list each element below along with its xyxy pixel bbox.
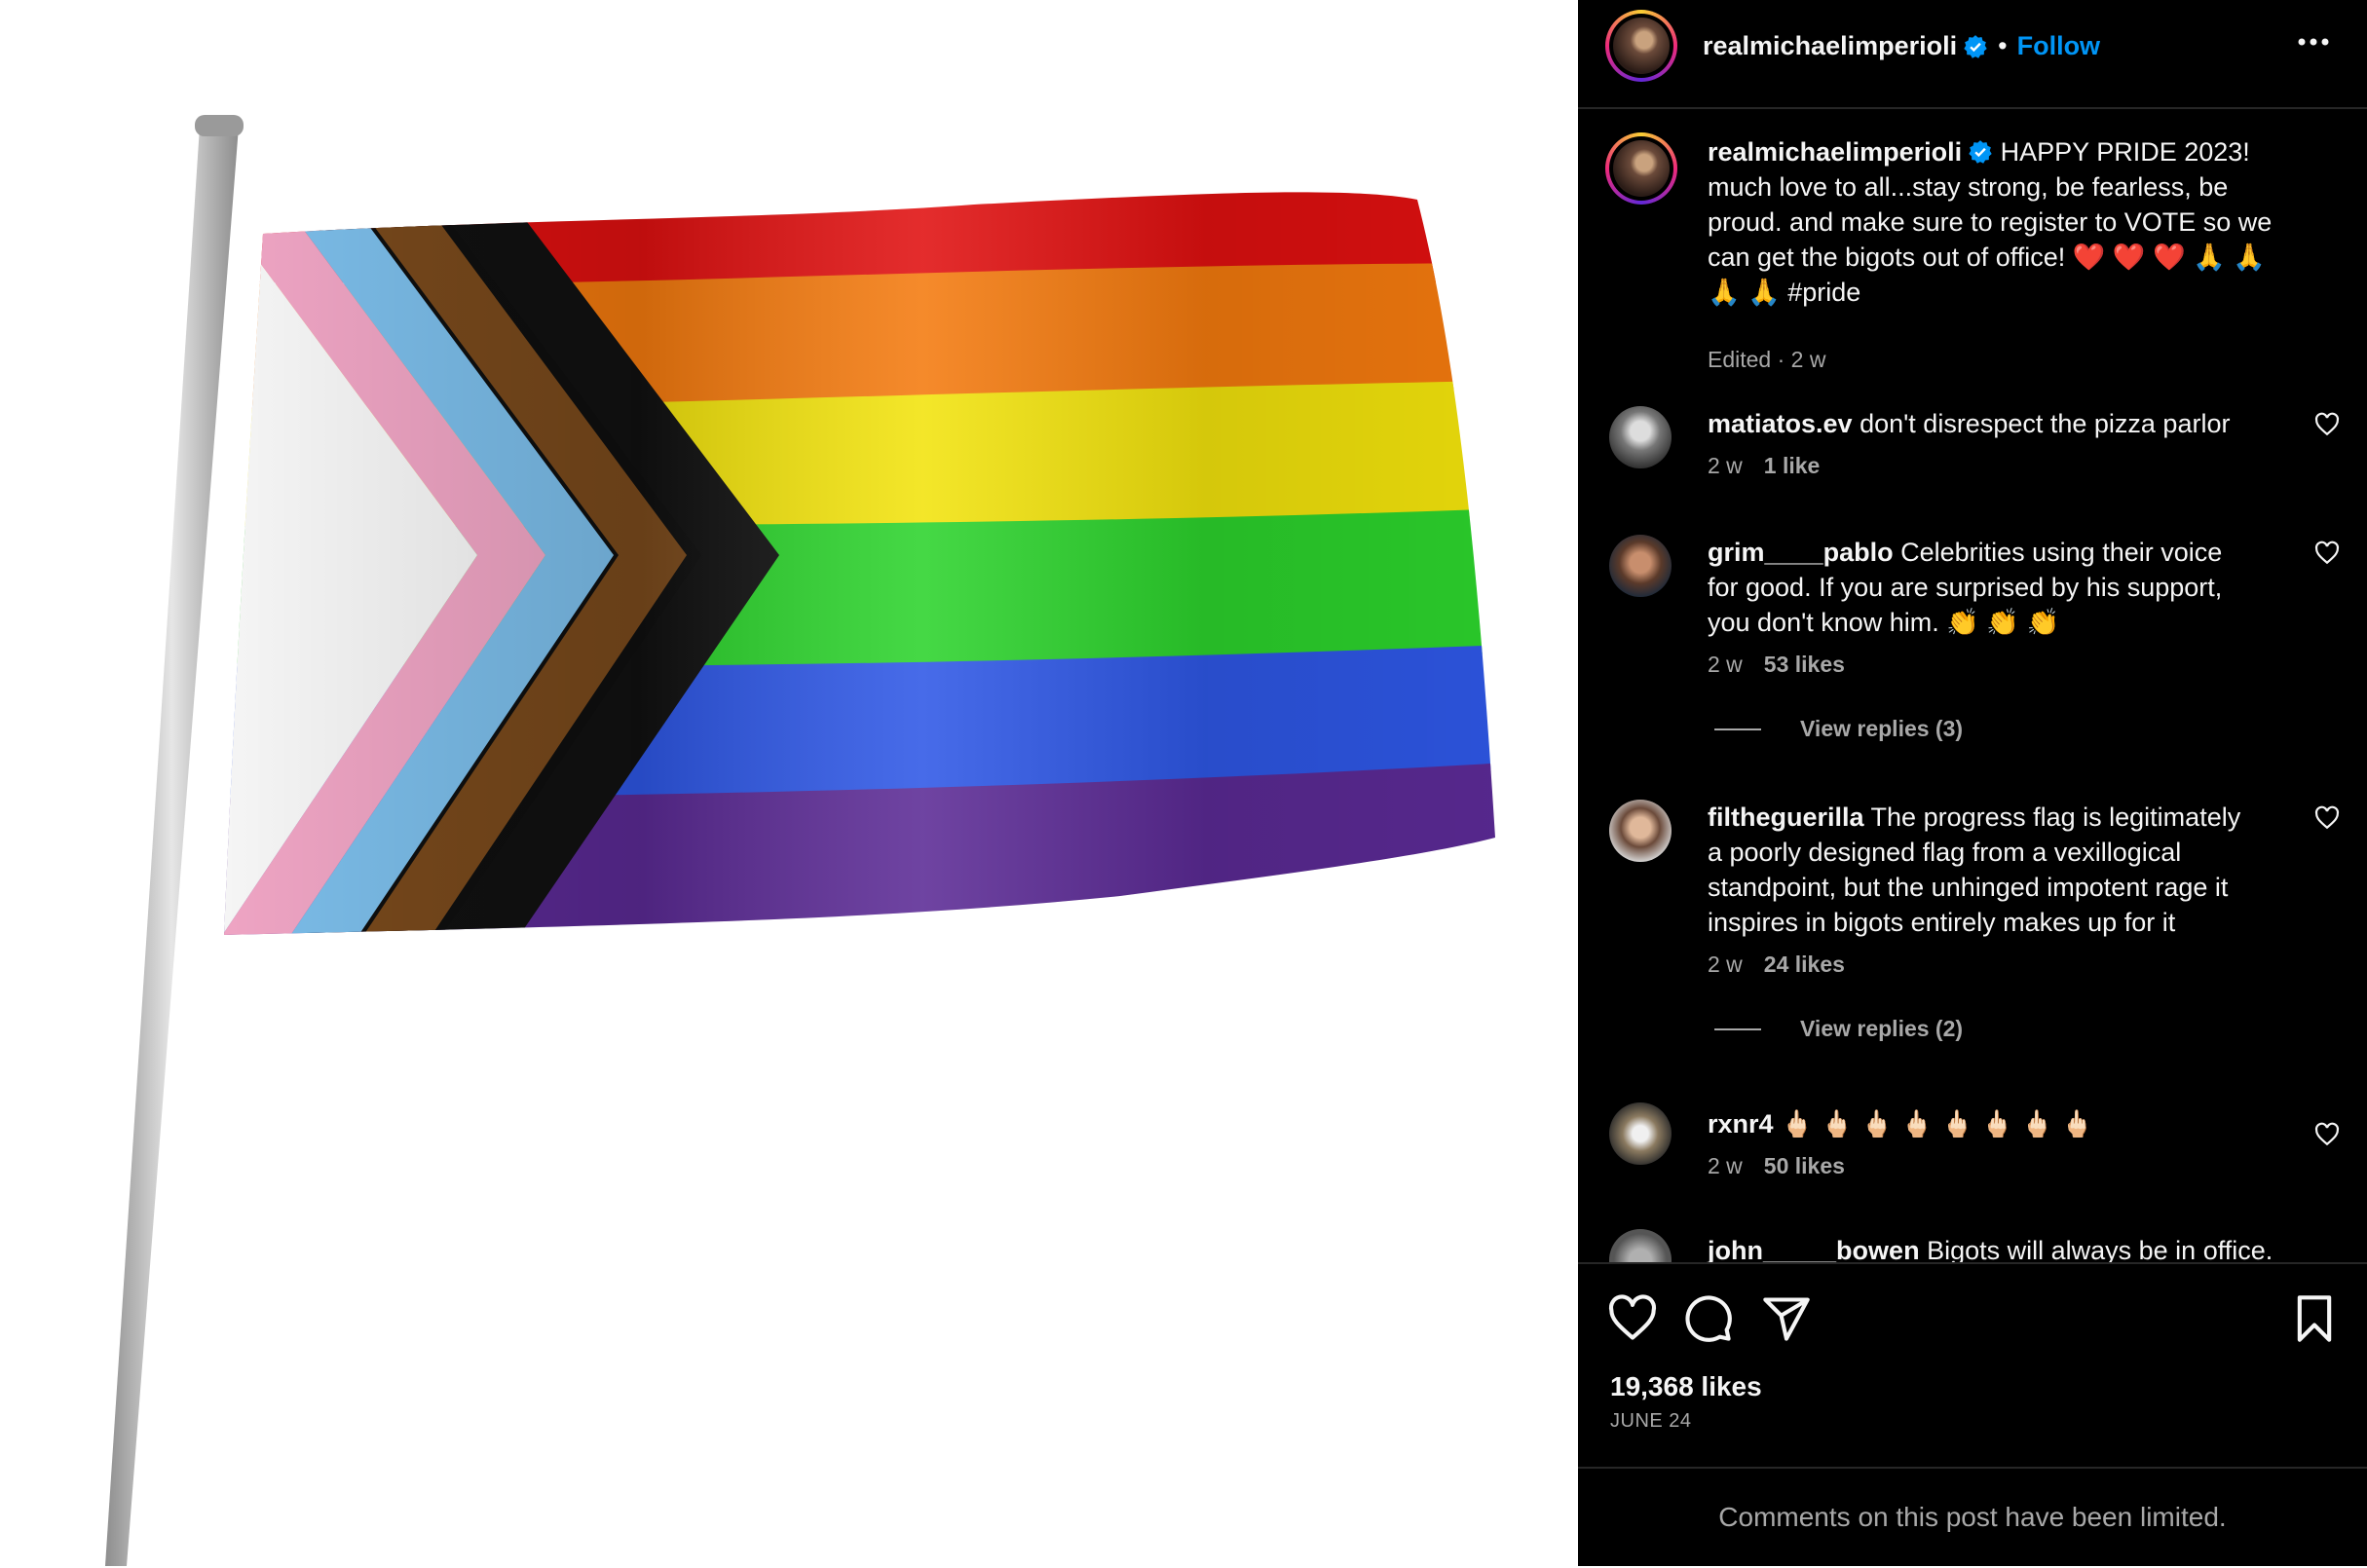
comment-text: standpoint, but the unhinged impotent ra…	[1708, 873, 2229, 902]
bookmark-icon[interactable]	[2289, 1293, 2340, 1344]
heart-icon[interactable]	[2314, 1122, 2340, 1147]
post-image[interactable]	[0, 0, 1578, 1566]
comment-text: for good. If you are surprised by his su…	[1708, 573, 2223, 602]
comment-text: a poorly designed flag from a vexillogic…	[1708, 838, 2182, 867]
follow-button[interactable]: Follow	[2017, 31, 2100, 61]
author-username[interactable]: realmichaelimperioli	[1703, 31, 1957, 61]
likes-count[interactable]: 19,368 likes	[1610, 1371, 1762, 1402]
comment-age: 2 w	[1708, 453, 1743, 478]
post-side-panel: realmichaelimperioli • Follow realmichae…	[1578, 0, 2367, 1566]
caption-line: HAPPY PRIDE 2023!	[2000, 137, 2250, 167]
comment-likes[interactable]: 24 likes	[1764, 952, 1845, 977]
comment-text: Celebrities using their voice	[1900, 538, 2223, 567]
comment-text: 🖕🏻 🖕🏻 🖕🏻 🖕🏻 🖕🏻 🖕🏻 🖕🏻 🖕🏻	[1781, 1109, 2094, 1139]
heart-icon[interactable]	[2314, 805, 2340, 831]
comment-avatar[interactable]	[1609, 406, 1672, 468]
caption-line: 🙏 🙏 #pride	[1708, 278, 1861, 307]
verified-badge-icon	[1969, 140, 1992, 164]
heart-icon[interactable]	[2314, 412, 2340, 437]
comment-username[interactable]: matiatos.ev	[1708, 409, 1853, 438]
view-replies-label: View replies (2)	[1800, 1016, 1964, 1041]
comment-likes[interactable]: 1 like	[1764, 453, 1821, 478]
comment-meta: 2 w 53 likes	[1708, 652, 1845, 678]
more-options-icon[interactable]	[2297, 37, 2330, 47]
progress-pride-flag-image	[105, 115, 1495, 1566]
header-user-row: realmichaelimperioli • Follow	[1703, 31, 2100, 61]
comment-text: you don't know him. 👏 👏 👏	[1708, 608, 2060, 637]
comments-scroll-area[interactable]: realmichaelimperioli HAPPY PRIDE 2023! m…	[1578, 109, 2367, 1262]
caption-line: proud. and make sure to register to VOTE…	[1708, 207, 2273, 237]
comment-age: 2 w	[1708, 1153, 1743, 1178]
comments-limited-notice: Comments on this post have been limited.	[1578, 1467, 2367, 1568]
comment-text: The progress flag is legitimately	[1870, 803, 2241, 832]
post-actions: 19,368 likes JUNE 24	[1578, 1262, 2367, 1469]
comment-text: inspires in bigots entirely makes up for…	[1708, 908, 2176, 937]
comment-username[interactable]: rxnr4	[1708, 1109, 1774, 1139]
caption-meta: Edited · 2 w	[1708, 347, 1826, 372]
comment-username[interactable]: filtheguerilla	[1708, 803, 1864, 832]
comment-meta: 2 w 50 likes	[1708, 1153, 1845, 1179]
caption-username[interactable]: realmichaelimperioli	[1708, 137, 1962, 167]
comment-age: 2 w	[1708, 952, 1743, 977]
comment-likes[interactable]: 50 likes	[1764, 1153, 1845, 1178]
comment-meta: 2 w 1 like	[1708, 453, 1820, 479]
comment-age: 2 w	[1708, 652, 1743, 677]
heart-icon[interactable]	[2314, 541, 2340, 566]
author-avatar[interactable]	[1605, 10, 1677, 82]
comment-avatar[interactable]	[1609, 1229, 1672, 1262]
caption-author-avatar[interactable]	[1605, 132, 1677, 205]
heart-icon[interactable]	[1607, 1293, 1658, 1344]
comment-username[interactable]: grim____pablo	[1708, 538, 1894, 567]
caption-line: much love to all...stay strong, be fearl…	[1708, 172, 2229, 202]
caption-text: realmichaelimperioli HAPPY PRIDE 2023! m…	[1708, 134, 2311, 310]
comment-text: Bigots will always be in office.	[1927, 1236, 2273, 1262]
comment-icon[interactable]	[1683, 1293, 1734, 1344]
comment-avatar[interactable]	[1609, 1102, 1672, 1165]
comment-avatar[interactable]	[1609, 535, 1672, 597]
comment-avatar[interactable]	[1609, 800, 1672, 862]
caption-line: can get the bigots out of office! ❤️ ❤️ …	[1708, 243, 2266, 272]
view-replies-button[interactable]: View replies (2)	[1714, 1016, 1963, 1042]
verified-badge-icon	[1964, 34, 1987, 58]
comment-text: don't disrespect the pizza parlor	[1860, 409, 2231, 438]
post-header: realmichaelimperioli • Follow	[1578, 0, 2367, 109]
comment-username[interactable]: john_____bowen	[1708, 1236, 1920, 1262]
share-icon[interactable]	[1761, 1293, 1812, 1344]
comment-meta: 2 w 24 likes	[1708, 952, 1845, 978]
post-date: JUNE 24	[1610, 1410, 1692, 1432]
comment-likes[interactable]: 53 likes	[1764, 652, 1845, 677]
view-replies-label: View replies (3)	[1800, 716, 1964, 741]
view-replies-button[interactable]: View replies (3)	[1714, 716, 1963, 742]
separator-dot: •	[1998, 31, 2008, 60]
